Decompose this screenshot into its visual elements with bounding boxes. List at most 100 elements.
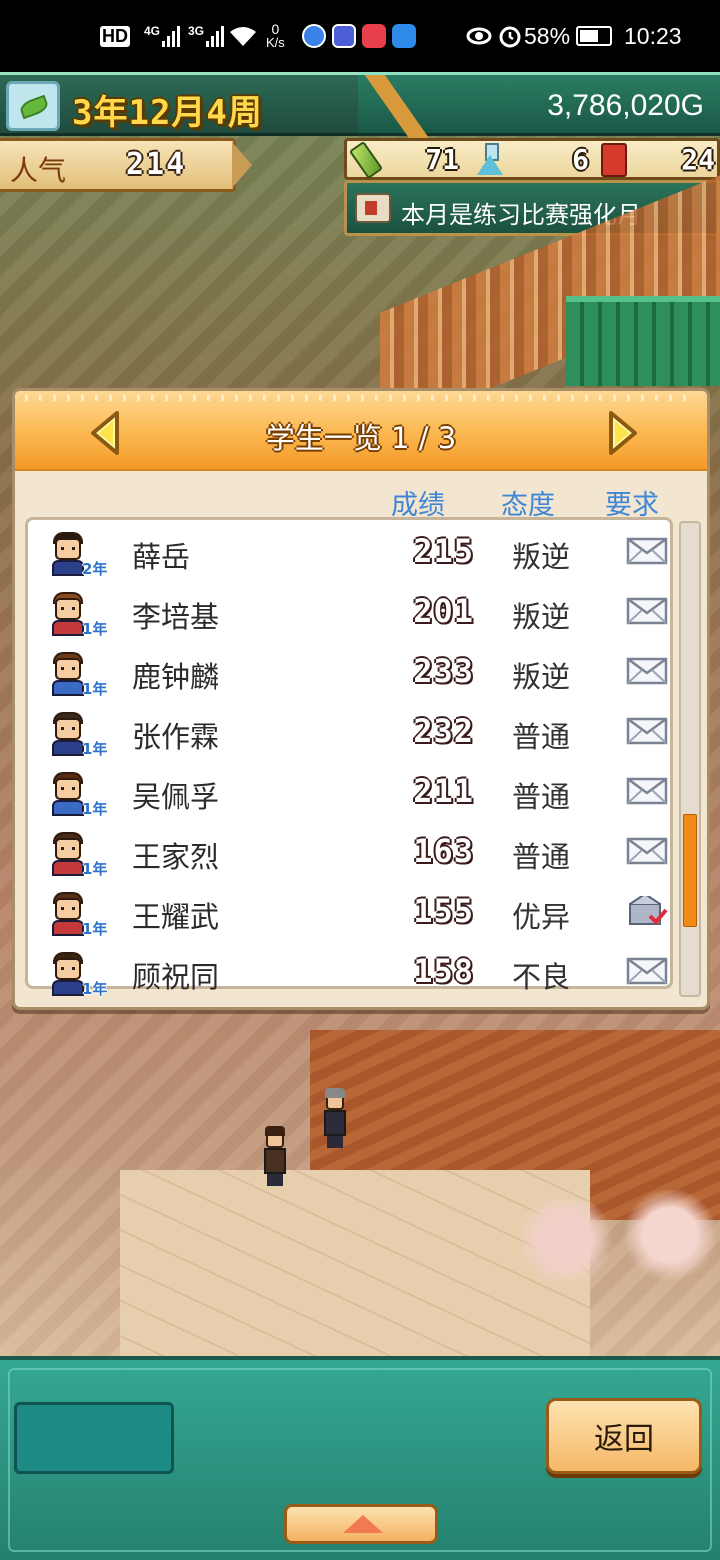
date-panel[interactable]: 3年12月4周 [0,72,360,136]
cherry-tree-scenery [620,1190,720,1280]
battery-percent: 58% [524,22,571,49]
student-name: 吴佩孚 [132,780,220,814]
net-speed-value: 0 [271,21,280,37]
request-mail-icon[interactable] [626,536,668,566]
clock: 10:23 [624,22,682,49]
request-mail-icon[interactable] [626,716,668,746]
signal-bars-icon [206,25,225,47]
student-grade: 1年 [82,680,108,698]
request-mail-icon[interactable] [626,776,668,806]
flask-value: 6 [572,143,589,176]
student-avatar-icon [50,766,86,816]
teacher-sprite[interactable] [262,1126,288,1186]
cloud-app-icon [392,24,416,48]
expand-menu-button[interactable] [284,1504,438,1544]
app-notifications [302,0,416,72]
popularity-value: 214 [126,147,187,182]
pencil-icon [348,140,384,180]
stripe-decoration [364,75,436,147]
request-mail-done-icon[interactable] [626,896,668,926]
book-icon [601,143,627,177]
green-fence-scenery [566,296,720,386]
alarm-icon [498,0,522,72]
student-avatar-icon [50,886,86,936]
student-attitude: 普通 [512,720,571,754]
student-name: 王家烈 [132,840,220,874]
student-attitude: 不良 [512,960,571,994]
student-score: 163 [413,832,474,870]
net-speed-unit: K/s [266,35,285,50]
student-name: 李培基 [132,600,220,634]
student-grade: 1年 [82,860,108,878]
student-grade: 1年 [82,740,108,758]
money-amount: 3,786,020G [547,89,704,122]
request-mail-icon[interactable] [626,656,668,686]
student-avatar-icon [50,706,86,756]
request-mail-icon[interactable] [626,596,668,626]
student-avatar-icon [50,586,86,636]
net-3g-label: 3G [188,24,205,38]
wifi-icon [228,0,258,72]
student-score: 211 [413,772,474,810]
cherry-tree-scenery [510,1200,620,1280]
student-name: 薛岳 [132,540,191,574]
student-name: 鹿钟麟 [132,660,220,694]
game-date: 3年12月4周 [72,93,263,133]
reader-app-icon [362,24,386,48]
browser-app-icon [302,24,326,48]
student-attitude: 叛逆 [512,660,571,694]
signal-icon-3g: 3G [188,0,225,72]
student-attitude: 叛逆 [512,600,571,634]
app-b-icon [332,24,356,48]
student-row[interactable]: 1年 鹿钟麟 233 叛逆 [28,644,678,704]
pencil-value: 71 [425,143,459,176]
student-score: 233 [413,652,474,690]
net-speed: 0 K/s [266,0,285,72]
student-row[interactable]: 1年 李培基 201 叛逆 [28,584,678,644]
student-list[interactable]: 2年 薛岳 215 叛逆 1年 李培基 201 叛逆 1年 鹿钟麟 233 叛逆 1年 张作霖 232 普通 1… [25,517,673,998]
student-row[interactable]: 1年 张作霖 232 普通 [28,704,678,764]
student-score: 232 [413,712,474,750]
student-row[interactable]: 2年 薛岳 215 叛逆 [28,524,678,584]
student-score: 158 [413,952,474,990]
leaf-calendar-icon [6,81,60,131]
student-grade: 1年 [82,620,108,638]
right-arrow-icon [609,411,637,455]
status-bar: HD 4G 3G 0 K/s 58% 10:23 [0,0,720,72]
student-row[interactable]: 1年 王家烈 163 普通 [28,824,678,884]
money-panel: 3,786,020G [358,72,720,147]
student-grade: 2年 [82,560,108,578]
scrollbar-track[interactable] [679,521,701,997]
student-avatar-icon [50,526,86,576]
student-row[interactable]: 1年 顾祝同 158 不良 [28,944,678,1004]
hd-icon: HD [100,0,130,72]
panel-title: 学生一览 1 / 3 [265,421,457,455]
student-grade: 1年 [82,920,108,938]
student-grade: 1年 [82,980,108,998]
signal-bars-icon [162,25,181,47]
student-name: 顾祝同 [132,960,220,994]
flask-icon [475,143,505,177]
net-4g-label: 4G [144,24,161,38]
popularity-label: 人气 [10,154,67,187]
student-row[interactable]: 1年 王耀武 155 优异 [28,884,678,944]
request-mail-icon[interactable] [626,956,668,986]
request-mail-icon[interactable] [626,836,668,866]
student-row[interactable]: 1年 吴佩孚 211 普通 [28,764,678,824]
pencil-tip-decoration [232,142,252,188]
panel-header: 学生一览 1 / 3 [15,391,707,471]
megaphone-icon [355,193,391,223]
student-attitude: 叛逆 [512,540,571,574]
resources-panel[interactable]: 71 6 24 [344,138,720,180]
back-button[interactable]: 返回 [546,1398,702,1474]
principal-sprite[interactable] [322,1088,348,1148]
scrollbar-thumb[interactable] [683,814,697,927]
bottom-bar: 返回 [0,1356,720,1560]
next-page-button[interactable] [605,409,641,457]
battery-icon [576,0,612,72]
signal-icon-4g: 4G [144,0,181,72]
popularity-panel[interactable]: 人气 214 [0,138,236,192]
student-attitude: 普通 [512,780,571,814]
student-attitude: 优异 [512,900,571,934]
hd-label: HD [100,25,130,47]
